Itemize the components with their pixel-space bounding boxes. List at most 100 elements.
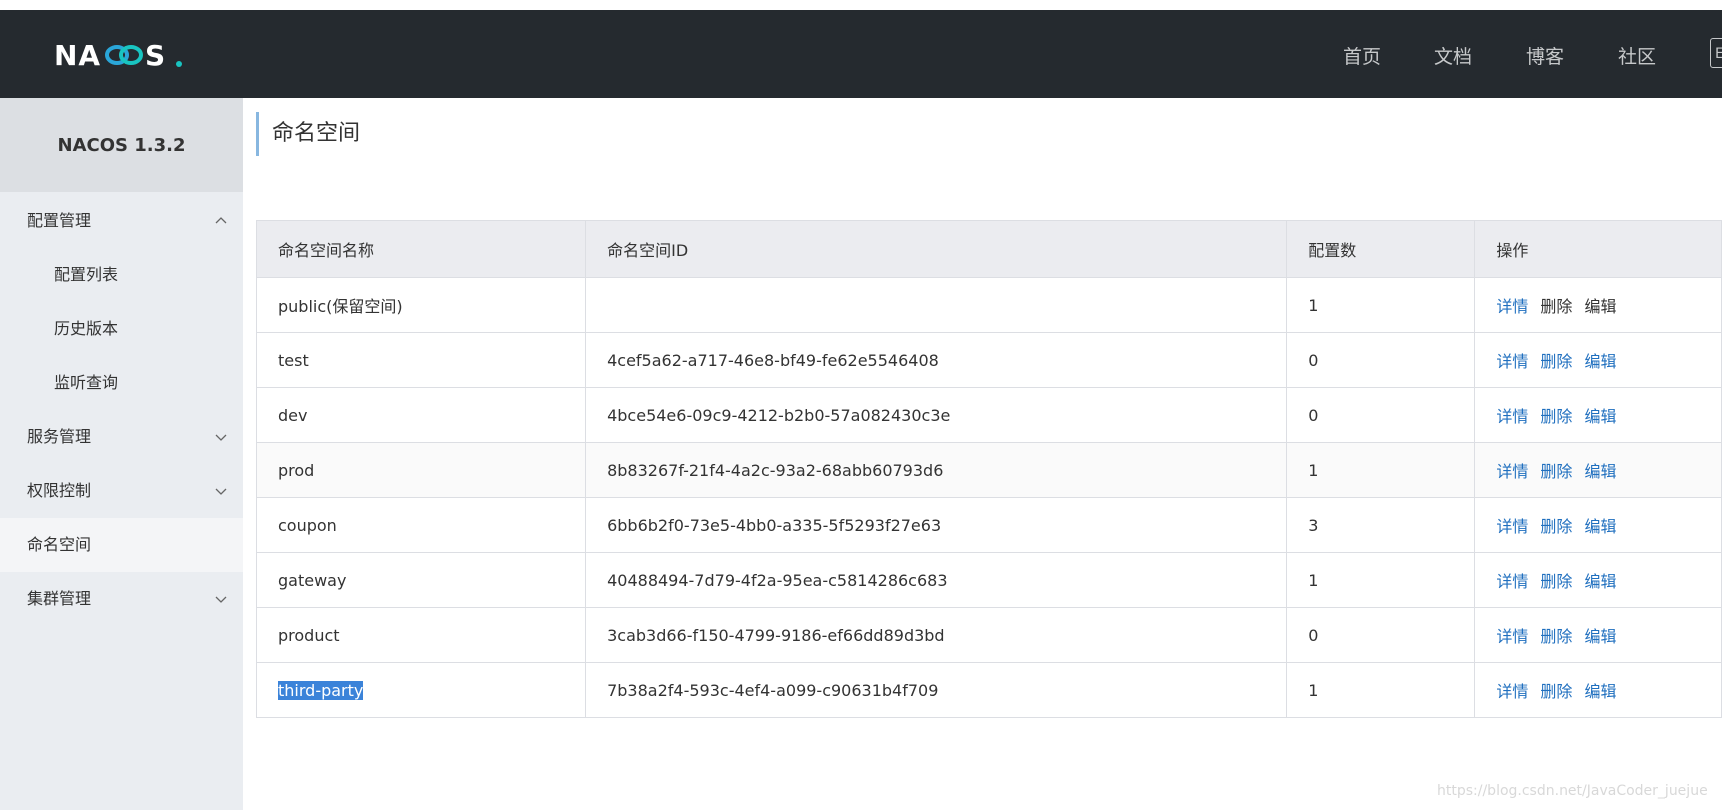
edit-link[interactable]: 编辑 xyxy=(1584,352,1616,371)
detail-link[interactable]: 详情 xyxy=(1496,297,1528,316)
edit-link[interactable]: 编辑 xyxy=(1584,682,1616,701)
detail-link[interactable]: 详情 xyxy=(1496,682,1528,701)
menu-namespace[interactable]: 命名空间 xyxy=(0,518,243,572)
delete-link[interactable]: 删除 xyxy=(1540,517,1572,536)
version-title: NACOS 1.3.2 xyxy=(0,98,243,192)
menu-label: 权限控制 xyxy=(27,481,92,500)
table-row: dev 4bce54e6-09c9-4212-b2b0-57a082430c3e… xyxy=(255,387,1722,443)
svg-text:NA: NA xyxy=(54,40,101,70)
row-actions: 详情 删除 编辑 xyxy=(1474,277,1722,333)
namespace-name: prod xyxy=(255,442,587,498)
namespace-id xyxy=(585,277,1288,333)
nav-blog[interactable]: 博客 xyxy=(1526,42,1564,69)
config-count: 1 xyxy=(1286,662,1476,718)
namespace-id: 4bce54e6-09c9-4212-b2b0-57a082430c3e xyxy=(585,387,1288,443)
namespace-id: 8b83267f-21f4-4a2c-93a2-68abb60793d6 xyxy=(585,442,1288,498)
menu-history-version[interactable]: 历史版本 xyxy=(0,302,243,356)
namespace-name: dev xyxy=(255,387,587,443)
delete-link[interactable]: 删除 xyxy=(1540,462,1572,481)
watermark: https://blog.csdn.net/JavaCoder_juejue xyxy=(1437,783,1708,799)
namespace-id: 6bb6b2f0-73e5-4bb0-a335-5f5293f27e63 xyxy=(585,497,1288,553)
column-header-actions: 操作 xyxy=(1474,220,1722,278)
menu-label: 集群管理 xyxy=(27,589,92,608)
edit-link: 编辑 xyxy=(1584,297,1617,316)
config-count: 3 xyxy=(1286,497,1476,553)
detail-link[interactable]: 详情 xyxy=(1496,517,1528,536)
config-count: 0 xyxy=(1286,332,1476,388)
menu-label: 配置管理 xyxy=(27,211,92,230)
table-row: gateway 40488494-7d79-4f2a-95ea-c5814286… xyxy=(255,552,1722,608)
nav-docs[interactable]: 文档 xyxy=(1434,42,1472,69)
namespace-id: 7b38a2f4-593c-4ef4-a099-c90631b4f709 xyxy=(585,662,1288,718)
namespace-id: 4cef5a62-a717-46e8-bf49-fe62e5546408 xyxy=(585,332,1288,388)
main-content: 命名空间 命名空间名称 命名空间ID 配置数 操作 public(保留空间) 1… xyxy=(243,98,1722,810)
nacos-logo[interactable]: NA S xyxy=(54,40,184,70)
detail-link[interactable]: 详情 xyxy=(1496,462,1528,481)
namespace-name: third-party xyxy=(255,662,587,718)
delete-link[interactable]: 删除 xyxy=(1540,352,1572,371)
menu-access-control[interactable]: 权限控制 xyxy=(0,464,243,518)
menu-label: 命名空间 xyxy=(27,535,92,554)
chevron-up-icon xyxy=(215,217,227,224)
config-count: 0 xyxy=(1286,387,1476,443)
menu-listener-query[interactable]: 监听查询 xyxy=(0,356,243,410)
chevron-down-icon xyxy=(215,596,227,603)
row-actions: 详情 删除 编辑 xyxy=(1474,387,1722,443)
row-actions: 详情 删除 编辑 xyxy=(1474,552,1722,608)
menu-service-management[interactable]: 服务管理 xyxy=(0,410,243,464)
chevron-down-icon xyxy=(215,434,227,441)
menu-config-list[interactable]: 配置列表 xyxy=(0,248,243,302)
column-header-name: 命名空间名称 xyxy=(255,220,587,278)
config-count: 1 xyxy=(1286,277,1476,333)
nav-home[interactable]: 首页 xyxy=(1343,42,1381,69)
detail-link[interactable]: 详情 xyxy=(1496,572,1528,591)
delete-link[interactable]: 删除 xyxy=(1540,627,1572,646)
namespace-table: 命名空间名称 命名空间ID 配置数 操作 public(保留空间) 1 详情 删除… xyxy=(255,220,1722,718)
edit-link[interactable]: 编辑 xyxy=(1584,407,1616,426)
table-row: prod 8b83267f-21f4-4a2c-93a2-68abb60793d… xyxy=(255,442,1722,498)
edit-link[interactable]: 编辑 xyxy=(1584,627,1616,646)
column-header-id: 命名空间ID xyxy=(585,220,1288,278)
detail-link[interactable]: 详情 xyxy=(1496,627,1528,646)
menu-cluster-management[interactable]: 集群管理 xyxy=(0,572,243,626)
top-navbar: NA S 首页 文档 博客 社区 E xyxy=(0,10,1722,98)
row-actions: 详情 删除 编辑 xyxy=(1474,497,1722,553)
edit-link[interactable]: 编辑 xyxy=(1584,462,1616,481)
table-row: third-party 7b38a2f4-593c-4ef4-a099-c906… xyxy=(255,662,1722,718)
page-title: 命名空间 xyxy=(256,112,360,156)
nav-community[interactable]: 社区 xyxy=(1618,42,1656,69)
delete-link[interactable]: 删除 xyxy=(1540,572,1572,591)
menu-label: 服务管理 xyxy=(27,427,92,446)
namespace-id: 40488494-7d79-4f2a-95ea-c5814286c683 xyxy=(585,552,1288,608)
namespace-name: test xyxy=(255,332,587,388)
menu-config-management[interactable]: 配置管理 xyxy=(0,194,243,248)
menu-label: 监听查询 xyxy=(54,373,119,392)
delete-link[interactable]: 删除 xyxy=(1540,682,1572,701)
chevron-down-icon xyxy=(215,488,227,495)
column-header-count: 配置数 xyxy=(1286,220,1476,278)
namespace-name: product xyxy=(255,607,587,663)
row-actions: 详情 删除 编辑 xyxy=(1474,662,1722,718)
menu-label: 历史版本 xyxy=(54,319,119,338)
config-count: 0 xyxy=(1286,607,1476,663)
edit-link[interactable]: 编辑 xyxy=(1584,517,1616,536)
table-row: test 4cef5a62-a717-46e8-bf49-fe62e554640… xyxy=(255,332,1722,388)
row-actions: 详情 删除 编辑 xyxy=(1474,442,1722,498)
delete-link[interactable]: 删除 xyxy=(1540,407,1572,426)
detail-link[interactable]: 详情 xyxy=(1496,407,1528,426)
row-actions: 详情 删除 编辑 xyxy=(1474,332,1722,388)
table-row: coupon 6bb6b2f0-73e5-4bb0-a335-5f5293f27… xyxy=(255,497,1722,553)
config-count: 1 xyxy=(1286,552,1476,608)
namespace-id: 3cab3d66-f150-4799-9186-ef66dd89d3bd xyxy=(585,607,1288,663)
language-switch-button[interactable]: E xyxy=(1710,38,1722,68)
menu-label: 配置列表 xyxy=(54,265,119,284)
namespace-name: coupon xyxy=(255,497,587,553)
row-actions: 详情 删除 编辑 xyxy=(1474,607,1722,663)
detail-link[interactable]: 详情 xyxy=(1496,352,1528,371)
table-header-row: 命名空间名称 命名空间ID 配置数 操作 xyxy=(255,220,1722,278)
top-strip xyxy=(0,0,1722,10)
edit-link[interactable]: 编辑 xyxy=(1584,572,1616,591)
config-count: 1 xyxy=(1286,442,1476,498)
namespace-name: public(保留空间) xyxy=(255,277,587,333)
table-row: public(保留空间) 1 详情 删除 编辑 xyxy=(255,277,1722,333)
